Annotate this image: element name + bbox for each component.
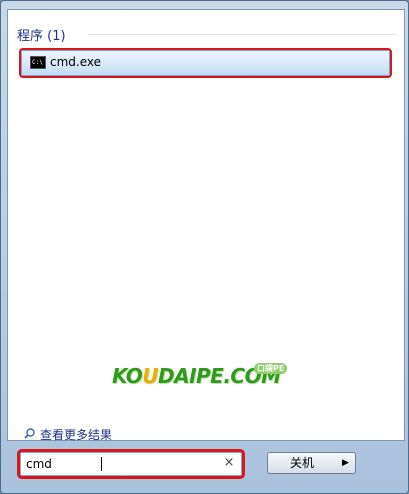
search-icon — [24, 428, 35, 439]
shutdown-group: 关机 ▶ — [267, 452, 357, 474]
text-caret — [101, 457, 102, 471]
start-menu-panel: 程序 (1) C:\ cmd.exe KOUDAIPE.COM 口袋PE 查看更… — [0, 0, 409, 494]
cmd-icon: C:\ — [30, 56, 46, 69]
watermark-text-1: KO — [112, 364, 143, 388]
search-results-pane: 程序 (1) C:\ cmd.exe KOUDAIPE.COM 口袋PE 查看更… — [7, 9, 405, 442]
search-input[interactable] — [26, 456, 206, 472]
watermark-badge: 口袋PE — [254, 363, 288, 374]
group-divider — [88, 34, 396, 35]
search-box[interactable]: × — [20, 452, 242, 476]
result-item-label: cmd.exe — [50, 55, 102, 69]
watermark-text-2: U — [142, 364, 158, 388]
shutdown-options-arrow-button[interactable]: ▶ — [336, 452, 356, 474]
shutdown-button[interactable]: 关机 — [267, 452, 337, 474]
clear-search-button[interactable]: × — [222, 455, 236, 471]
results-group-header: 程序 (1) — [17, 29, 66, 44]
result-item-cmd[interactable]: C:\ cmd.exe — [21, 50, 390, 76]
